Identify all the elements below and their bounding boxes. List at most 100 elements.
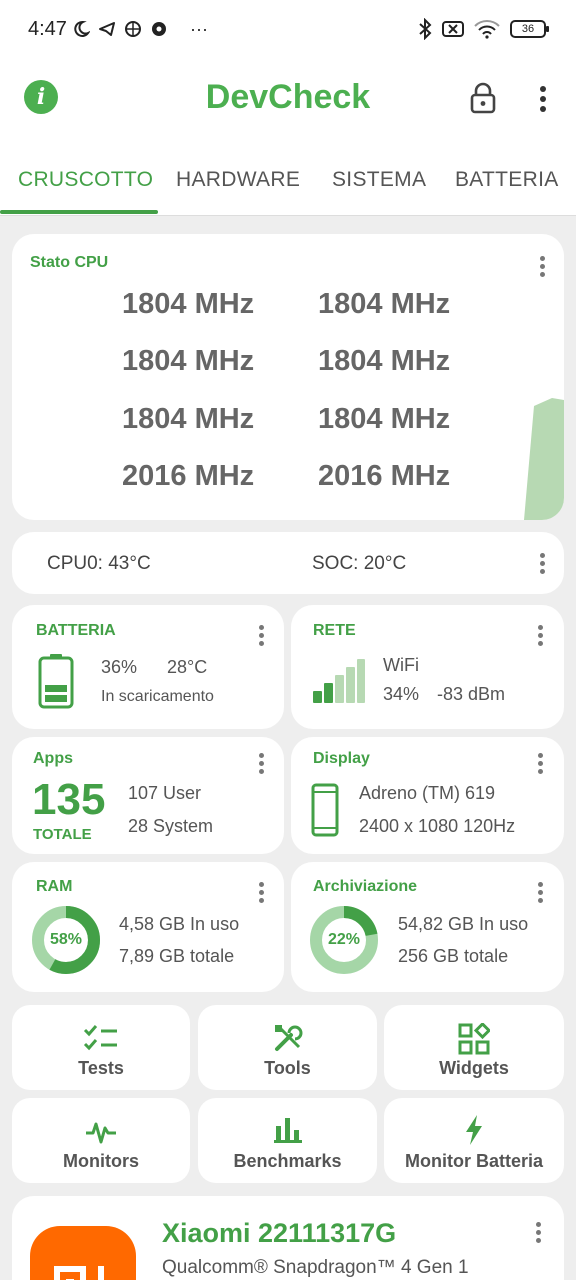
network-signal-percent: 34% [383,684,420,704]
battery-card[interactable]: BATTERIA 36% 28°C In scaricamento [12,605,284,729]
cpu-usage-graph [524,398,564,520]
storage-card[interactable]: Archiviazione 22% 54,82 GB In uso 256 GB… [291,862,564,992]
display-card[interactable]: Display Adreno (TM) 619 2400 x 1080 120H… [291,737,564,854]
battery-card-title: BATTERIA [36,622,116,639]
ram-card[interactable]: RAM 58% 4,58 GB In uso 7,89 GB totale [12,862,284,992]
device-card[interactable]: Xiaomi 22111317G Qualcomm® Snapdragon™ 4… [12,1196,564,1280]
card-menu-icon[interactable] [538,882,544,904]
device-model: Xiaomi 22111317G [162,1218,397,1248]
apps-total-label: TOTALE [33,826,92,843]
status-bar: 4:47 ··· 36 [0,0,576,60]
network-card-title: RETE [313,622,356,639]
wifi-icon [474,20,500,39]
tools-label: Tools [264,1058,311,1078]
storage-used: 54,82 GB In uso [398,914,529,934]
no-sim-icon [442,21,464,37]
cpu-core-frequency: 1804 MHz [318,403,451,435]
network-card[interactable]: RETE WiFi 34% -83 dBm [291,605,564,729]
bluetooth-icon [419,18,432,40]
storage-card-title: Archiviazione [313,878,418,895]
card-menu-icon[interactable] [538,753,544,775]
app-bar: i DevCheck [0,60,576,138]
battery-level: 36% [101,657,138,677]
cpu-core-frequency: 2016 MHz [318,460,451,492]
ram-card-title: RAM [36,878,73,895]
cpu-core-frequency: 1804 MHz [122,403,255,435]
tab-sistema[interactable]: SISTEMA [332,168,426,192]
bar-chart-icon [273,1118,302,1143]
widgets-button[interactable]: Widgets [384,1005,564,1090]
benchmarks-label: Benchmarks [233,1151,342,1171]
tab-hardware[interactable]: HARDWARE [176,168,300,192]
card-menu-icon[interactable] [540,553,546,575]
battery-status: In scaricamento [101,688,214,705]
telegram-icon [99,22,115,36]
ram-total: 7,89 GB totale [119,946,235,966]
ram-usage-donut: 58% [30,904,102,976]
network-type: WiFi [383,655,419,675]
moon-icon [74,20,90,37]
battery-level-icon [38,654,74,709]
cpu-core-frequency: 1804 MHz [122,288,255,320]
card-menu-icon[interactable] [259,753,265,775]
cpu-status-card[interactable]: Stato CPU 1804 MHz 1804 MHz 1804 MHz 180… [12,234,564,520]
tests-label: Tests [78,1058,124,1078]
widgets-icon [458,1023,490,1055]
lock-icon[interactable] [468,82,498,114]
pulse-icon [86,1122,116,1144]
benchmarks-button[interactable]: Benchmarks [198,1098,377,1183]
tab-bar: CRUSCOTTO HARDWARE SISTEMA BATTERIA [0,138,576,216]
monitor-batteria-button[interactable]: Monitor Batteria [384,1098,564,1183]
temperature-card[interactable]: CPU0: 43°C SOC: 20°C [12,532,564,594]
card-menu-icon[interactable] [540,256,546,278]
display-gpu: Adreno (TM) 619 [359,783,496,803]
tests-button[interactable]: Tests [12,1005,190,1090]
display-card-title: Display [313,750,370,767]
status-time: 4:47 [28,18,67,40]
checklist-icon [83,1025,117,1051]
cpu-core-frequency: 1804 MHz [318,288,451,320]
notification-icons: ··· [72,18,208,40]
overflow-menu-icon[interactable] [540,86,546,112]
apps-card-title: Apps [33,750,73,767]
storage-percent: 22% [327,931,361,948]
card-menu-icon[interactable] [259,625,265,647]
cpu-core-frequency: 1804 MHz [318,345,451,377]
tab-batteria[interactable]: BATTERIA [455,168,559,192]
phone-display-icon [311,783,339,837]
widgets-label: Widgets [439,1058,509,1078]
apps-system-count: 28 System [128,816,214,836]
network-signal-dbm: -83 dBm [437,684,506,704]
tab-cruscotto[interactable]: CRUSCOTTO [18,168,153,192]
tools-button[interactable]: Tools [198,1005,377,1090]
apps-card[interactable]: Apps 135 TOTALE 107 User 28 System [12,737,284,854]
battery-indicator: 36 [510,20,549,38]
soc-temperature: SOC: 20°C [312,553,407,574]
more-horizontal-icon: ··· [190,19,208,39]
xiaomi-logo [30,1226,136,1280]
storage-usage-donut: 22% [308,904,380,976]
tools-icon [274,1025,302,1051]
ram-percent: 58% [49,931,83,948]
device-chipset: Qualcomm® Snapdragon™ 4 Gen 1 [162,1257,469,1278]
cpu-core-frequency: 1804 MHz [122,345,255,377]
monitors-button[interactable]: Monitors [12,1098,190,1183]
system-icons: 36 [418,18,549,40]
basketball-icon [125,21,141,37]
card-menu-icon[interactable] [538,625,544,647]
tab-indicator [0,210,158,214]
monitors-label: Monitors [63,1151,139,1171]
card-menu-icon[interactable] [259,882,265,904]
apps-user-count: 107 User [128,783,202,803]
cpu-core-frequency: 2016 MHz [122,460,255,492]
bolt-icon [466,1115,482,1145]
cpu-card-title: Stato CPU [30,254,109,271]
storage-total: 256 GB totale [398,946,509,966]
apps-total-count: 135 [32,775,106,824]
monitor-batteria-label: Monitor Batteria [404,1151,543,1171]
cpu-temperature: CPU0: 43°C [47,553,151,574]
signal-strength-icon [313,659,365,703]
football-icon [152,22,166,36]
ram-used: 4,58 GB In uso [119,914,240,934]
card-menu-icon[interactable] [536,1222,542,1244]
